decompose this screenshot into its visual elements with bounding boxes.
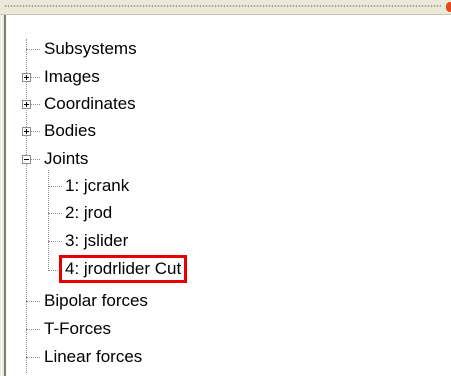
tree-item-bodies[interactable]: Bodies xyxy=(43,120,97,142)
expand-icon[interactable] xyxy=(22,73,31,82)
tree-connector xyxy=(48,186,62,187)
tree-root-line xyxy=(26,39,27,373)
tree-item-subsystems[interactable]: Subsystems xyxy=(43,38,138,60)
corner-icon xyxy=(446,2,451,12)
tree-item-linear-forces[interactable]: Linear forces xyxy=(43,346,143,368)
tree-connector xyxy=(30,159,40,160)
expand-icon[interactable] xyxy=(22,127,31,136)
tree-connector xyxy=(48,241,62,242)
tree-item-joint-1[interactable]: 1: jcrank xyxy=(64,175,130,197)
splitter-border[interactable] xyxy=(0,15,6,376)
tree-item-bipolar-forces[interactable]: Bipolar forces xyxy=(43,290,149,312)
expand-icon[interactable] xyxy=(22,100,31,109)
tree-connector xyxy=(30,77,40,78)
tree-connector xyxy=(30,104,40,105)
tree-connector xyxy=(48,213,62,214)
grip-dots xyxy=(4,5,441,7)
tree-connector xyxy=(30,131,40,132)
tree-view[interactable]: Subsystems Images Coordinates Bodies Joi… xyxy=(8,15,451,376)
tree-item-images[interactable]: Images xyxy=(43,66,101,88)
tree-connector xyxy=(26,329,40,330)
tree-item-joint-4-selected[interactable]: 4: jrodrlider Cut xyxy=(58,255,188,283)
tree-connector xyxy=(26,301,40,302)
tree-item-joints[interactable]: Joints xyxy=(43,148,89,170)
tree-item-joint-3[interactable]: 3: jslider xyxy=(64,230,129,252)
title-strip xyxy=(0,0,451,15)
tree-item-t-forces[interactable]: T-Forces xyxy=(43,318,112,340)
tree-connector xyxy=(26,49,40,50)
tree-item-coordinates[interactable]: Coordinates xyxy=(43,93,137,115)
tree-item-joint-2[interactable]: 2: jrod xyxy=(64,202,113,224)
tree-connector xyxy=(48,270,62,271)
collapse-icon[interactable] xyxy=(22,155,31,164)
tree-connector xyxy=(26,357,40,358)
